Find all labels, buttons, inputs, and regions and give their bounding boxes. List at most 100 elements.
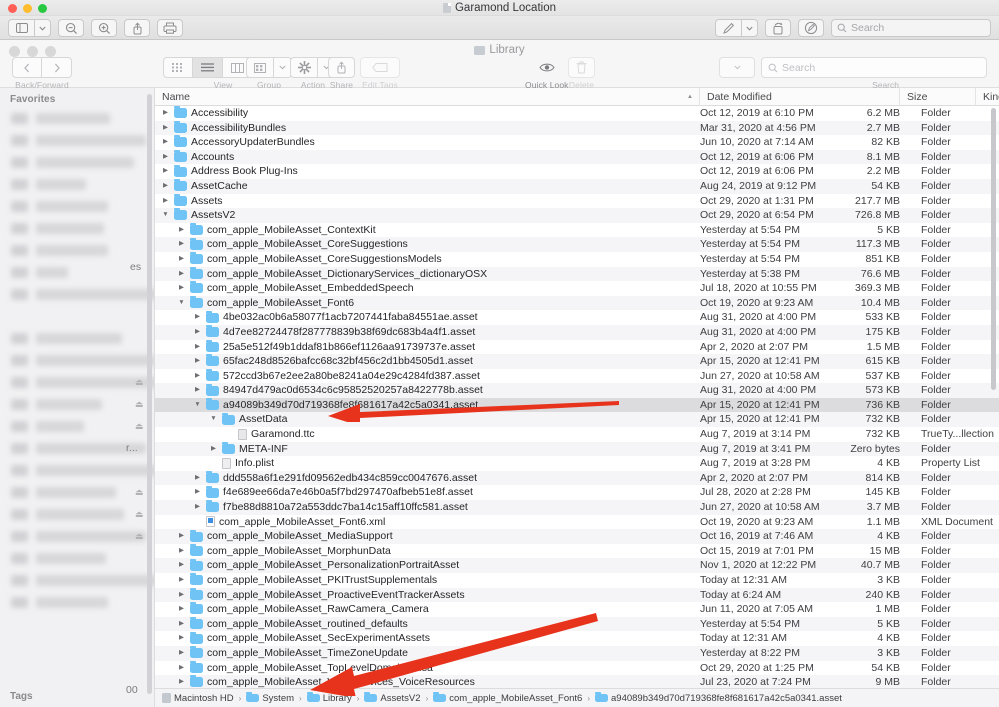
table-row[interactable]: ▼com_apple_MobileAsset_Font6Oct 19, 2020… bbox=[155, 296, 999, 311]
sidebar-item[interactable] bbox=[0, 592, 154, 614]
column-header-name[interactable]: Name bbox=[155, 88, 700, 106]
file-name-cell[interactable]: ▶META-INF bbox=[209, 442, 288, 457]
eject-icon[interactable]: ⏏ bbox=[135, 400, 143, 409]
file-name-cell[interactable]: ▶AccessibilityBundles bbox=[161, 121, 286, 136]
table-row[interactable]: Info.plistAug 7, 2019 at 3:28 PM4 KBProp… bbox=[155, 456, 999, 471]
sidebar-item[interactable] bbox=[0, 284, 154, 306]
finder-proxy-title[interactable]: Library bbox=[0, 43, 999, 57]
disclosure-triangle-collapsed-icon[interactable]: ▶ bbox=[177, 558, 186, 573]
disclosure-triangle-collapsed-icon[interactable]: ▶ bbox=[193, 485, 202, 500]
disclosure-triangle-collapsed-icon[interactable]: ▶ bbox=[177, 617, 186, 632]
disclosure-triangle-collapsed-icon[interactable]: ▶ bbox=[177, 223, 186, 238]
file-name-cell[interactable]: ▼AssetsV2 bbox=[161, 208, 235, 223]
table-row[interactable]: ▶65fac248d8526bafcc68c32bf456c2d1bb4505d… bbox=[155, 354, 999, 369]
disclosure-triangle-collapsed-icon[interactable]: ▶ bbox=[177, 252, 186, 267]
disclosure-triangle-collapsed-icon[interactable]: ▶ bbox=[193, 325, 202, 340]
file-name-cell[interactable]: ▶Assets bbox=[161, 194, 223, 209]
share-icon[interactable] bbox=[124, 19, 150, 37]
file-name-cell[interactable]: ▶com_apple_MobileAsset_routined_defaults bbox=[177, 617, 408, 632]
file-name-cell[interactable]: ▶Accessibility bbox=[161, 106, 248, 121]
breadcrumb-item[interactable]: AssetsV2 bbox=[364, 693, 420, 704]
eject-icon[interactable]: ⏏ bbox=[135, 510, 143, 519]
table-row[interactable]: ▶com_apple_MobileAsset_MorphunDataOct 15… bbox=[155, 544, 999, 559]
file-name-cell[interactable]: ▶com_apple_MobileAsset_PKITrustSupplemen… bbox=[177, 573, 437, 588]
breadcrumb-item[interactable]: com_apple_MobileAsset_Font6 bbox=[433, 693, 582, 704]
eject-icon[interactable]: ⏏ bbox=[135, 378, 143, 387]
disclosure-triangle-collapsed-icon[interactable]: ▶ bbox=[177, 281, 186, 296]
disclosure-triangle-collapsed-icon[interactable]: ▶ bbox=[209, 442, 218, 457]
file-name-cell[interactable]: ▶com_apple_MobileAsset_EmbeddedSpeech bbox=[177, 281, 414, 296]
file-name-cell[interactable]: ▶Address Book Plug-Ins bbox=[161, 164, 298, 179]
sidebar-item[interactable]: ⏏ bbox=[0, 372, 154, 394]
table-row[interactable]: ▶com_apple_MobileAsset_PersonalizationPo… bbox=[155, 558, 999, 573]
eject-icon[interactable]: ⏏ bbox=[135, 422, 143, 431]
file-name-cell[interactable]: ▶com_apple_MobileAsset_ProactiveEventTra… bbox=[177, 588, 465, 603]
disclosure-triangle-collapsed-icon[interactable]: ▶ bbox=[161, 164, 170, 179]
table-row[interactable]: ▶com_apple_MobileAsset_RawCamera_CameraJ… bbox=[155, 602, 999, 617]
sidebar-item[interactable]: ⏏ bbox=[0, 394, 154, 416]
sidebar-item-list[interactable]: ⏏⏏⏏⏏⏏⏏ bbox=[0, 108, 154, 614]
preview-search-field[interactable]: Search bbox=[831, 19, 991, 37]
sidebar-item[interactable] bbox=[0, 108, 154, 130]
file-name-cell[interactable]: Info.plist bbox=[209, 456, 274, 471]
breadcrumb-item[interactable]: a94089b349d70d719368fe8f681617a42c5a0341… bbox=[595, 693, 842, 704]
table-row[interactable]: ▶com_apple_MobileAsset_EmbeddedSpeechJul… bbox=[155, 281, 999, 296]
file-name-cell[interactable]: ▶f4e689ee66da7e46b0a5f7bd297470afbeb51e8… bbox=[193, 485, 473, 500]
disclosure-triangle-collapsed-icon[interactable]: ▶ bbox=[193, 369, 202, 384]
file-name-cell[interactable]: ▶84947d479ac0d6534c6c95852520257a8422778… bbox=[193, 383, 483, 398]
table-row[interactable]: ▶f4e689ee66da7e46b0a5f7bd297470afbeb51e8… bbox=[155, 485, 999, 500]
file-name-cell[interactable]: ▶4be032ac0b6a58077f1acb7207441faba84551a… bbox=[193, 310, 478, 325]
file-name-cell[interactable]: ▶com_apple_MobileAsset_DictionaryService… bbox=[177, 267, 487, 282]
sidebar-icon[interactable] bbox=[8, 19, 34, 37]
sidebar-item[interactable] bbox=[0, 350, 154, 372]
disclosure-triangle-collapsed-icon[interactable]: ▶ bbox=[161, 121, 170, 136]
sidebar-item[interactable]: ⏏ bbox=[0, 416, 154, 438]
table-row[interactable]: ▶com_apple_MobileAsset_DictionaryService… bbox=[155, 267, 999, 282]
table-row[interactable]: ▶84947d479ac0d6534c6c95852520257a8422778… bbox=[155, 383, 999, 398]
path-bar[interactable]: Macintosh HD›System›Library›AssetsV2›com… bbox=[155, 688, 999, 707]
file-name-cell[interactable]: ▶com_apple_MobileAsset_CoreSuggestionsMo… bbox=[177, 252, 442, 267]
disclosure-triangle-expanded-icon[interactable]: ▼ bbox=[161, 208, 170, 223]
file-name-cell[interactable]: com_apple_MobileAsset_Font6.xml bbox=[193, 515, 385, 530]
sidebar-item[interactable] bbox=[0, 130, 154, 152]
disclosure-triangle-expanded-icon[interactable]: ▼ bbox=[193, 398, 202, 413]
back-button[interactable] bbox=[12, 57, 42, 78]
table-row[interactable]: ▶AssetCacheAug 24, 2019 at 9:12 PM54 KBF… bbox=[155, 179, 999, 194]
table-row[interactable]: ▶4d7ee82724478f287778839b38f69dc683b4a4f… bbox=[155, 325, 999, 340]
file-name-cell[interactable]: ▼a94089b349d70d719368fe8f681617a42c5a034… bbox=[193, 398, 478, 413]
rotate-icon[interactable] bbox=[765, 19, 791, 37]
sidebar-item[interactable] bbox=[0, 548, 154, 570]
share-icon[interactable] bbox=[328, 57, 355, 78]
file-name-cell[interactable]: ▶com_apple_MobileAsset_TimeZoneUpdate bbox=[177, 646, 408, 661]
sidebar-item[interactable] bbox=[0, 460, 154, 482]
eject-icon[interactable]: ⏏ bbox=[135, 488, 143, 497]
search-scope-menu[interactable] bbox=[719, 57, 755, 78]
table-row[interactable]: ▶com_apple_MobileAsset_TopLevelDomainDaf… bbox=[155, 661, 999, 676]
disclosure-triangle-collapsed-icon[interactable]: ▶ bbox=[193, 354, 202, 369]
file-name-cell[interactable]: ▶com_apple_MobileAsset_CoreSuggestions bbox=[177, 237, 408, 252]
file-name-cell[interactable]: ▶AccessoryUpdaterBundles bbox=[161, 135, 315, 150]
table-row[interactable]: ▶com_apple_MobileAsset_VoiceServices_Voi… bbox=[155, 675, 999, 688]
file-name-cell[interactable]: ▼com_apple_MobileAsset_Font6 bbox=[177, 296, 354, 311]
forward-button[interactable] bbox=[42, 57, 72, 78]
table-row[interactable]: ▼AssetDataApr 15, 2020 at 12:41 PM732 KB… bbox=[155, 412, 999, 427]
file-name-cell[interactable]: ▶com_apple_MobileAsset_PersonalizationPo… bbox=[177, 558, 459, 573]
table-row[interactable]: ▶com_apple_MobileAsset_MediaSupportOct 1… bbox=[155, 529, 999, 544]
file-name-cell[interactable]: Garamond.ttc bbox=[225, 427, 315, 442]
file-name-cell[interactable]: ▶65fac248d8526bafcc68c32bf456c2d1bb4505d… bbox=[193, 354, 473, 369]
file-name-cell[interactable]: ▶4d7ee82724478f287778839b38f69dc683b4a4f… bbox=[193, 325, 475, 340]
table-row[interactable]: ▶com_apple_MobileAsset_CoreSuggestionsYe… bbox=[155, 237, 999, 252]
table-row[interactable]: com_apple_MobileAsset_Font6.xmlOct 19, 2… bbox=[155, 515, 999, 530]
sidebar-item[interactable] bbox=[0, 196, 154, 218]
disclosure-triangle-expanded-icon[interactable]: ▼ bbox=[209, 412, 218, 427]
annotate-icon[interactable] bbox=[798, 19, 824, 37]
column-header-size[interactable]: Size bbox=[900, 88, 976, 106]
file-name-cell[interactable]: ▶com_apple_MobileAsset_TopLevelDomainDaf… bbox=[177, 661, 433, 676]
table-row[interactable]: ▶com_apple_MobileAsset_ContextKitYesterd… bbox=[155, 223, 999, 238]
disclosure-triangle-collapsed-icon[interactable]: ▶ bbox=[193, 310, 202, 325]
file-name-cell[interactable]: ▶com_apple_MobileAsset_MediaSupport bbox=[177, 529, 393, 544]
disclosure-triangle-collapsed-icon[interactable]: ▶ bbox=[177, 237, 186, 252]
file-name-cell[interactable]: ▶com_apple_MobileAsset_VoiceServices_Voi… bbox=[177, 675, 475, 688]
disclosure-triangle-collapsed-icon[interactable]: ▶ bbox=[193, 500, 202, 515]
gear-icon[interactable] bbox=[290, 57, 317, 78]
